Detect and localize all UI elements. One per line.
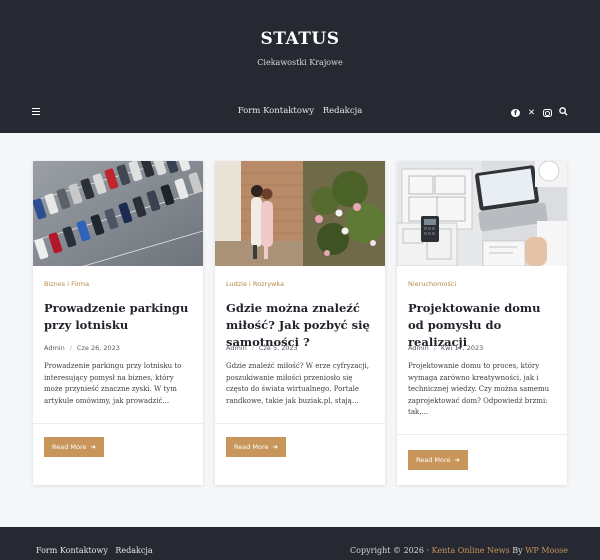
footer-link-form-kontaktowy[interactable]: Form Kontaktowy bbox=[36, 546, 108, 555]
site-header: STATUS Ciekawostki Krajowe Form Kontakto… bbox=[0, 0, 600, 133]
card-divider bbox=[215, 423, 385, 424]
main-navigation: Form Kontaktowy Redakcja bbox=[0, 106, 600, 116]
read-more-button[interactable]: Read More ➜ bbox=[408, 450, 468, 470]
card-divider bbox=[33, 423, 203, 424]
theme-link[interactable]: Kenta Online News bbox=[432, 546, 510, 555]
post-excerpt: Projektowanie domu to proces, który wyma… bbox=[408, 362, 550, 416]
post-date: Kwi 17, 2023 bbox=[440, 344, 484, 352]
card-divider bbox=[397, 434, 567, 435]
post-category[interactable]: Biznes i Firma bbox=[44, 280, 89, 288]
post-meta: Admin / Kwi 17, 2023 bbox=[408, 344, 484, 352]
footer-navigation: Form Kontaktowy Redakcja bbox=[36, 546, 158, 555]
site-title[interactable]: STATUS bbox=[0, 29, 600, 49]
post-excerpt: Gdzie znaleźć miłość? W erze cyfryzacji,… bbox=[226, 362, 369, 405]
copyright-text: Copyright © 2026 · Kenta Online News By … bbox=[350, 546, 568, 555]
post-date: Cze 26, 2023 bbox=[76, 344, 120, 352]
footer-link-redakcja[interactable]: Redakcja bbox=[115, 546, 152, 555]
post-meta: Admin / Cze 5, 2023 bbox=[226, 344, 298, 352]
post-card: Biznes i Firma Prowadzenie parkingu przy… bbox=[33, 161, 203, 485]
nav-link-redakcja[interactable]: Redakcja bbox=[323, 106, 363, 116]
x-icon[interactable]: ✕ bbox=[527, 108, 536, 118]
post-excerpt: Prowadzenie parkingu przy lotnisku to in… bbox=[44, 362, 182, 405]
site-footer: Form Kontaktowy Redakcja Copyright © 202… bbox=[0, 527, 600, 560]
post-author[interactable]: Admin bbox=[44, 344, 65, 352]
read-more-button[interactable]: Read More ➜ bbox=[226, 437, 286, 457]
site-description: Ciekawostki Krajowe bbox=[257, 58, 343, 67]
arrow-right-icon: ➜ bbox=[90, 443, 96, 451]
post-card: Nieruchomości Projektowanie domu od pomy… bbox=[397, 161, 567, 485]
post-date: Cze 5, 2023 bbox=[258, 344, 298, 352]
post-thumbnail-parking-lot[interactable] bbox=[33, 161, 203, 266]
post-author[interactable]: Admin bbox=[408, 344, 429, 352]
post-category[interactable]: Nieruchomości bbox=[408, 280, 456, 288]
post-title[interactable]: Prowadzenie parkingu przy lotnisku bbox=[44, 300, 194, 334]
social-links: f ✕ bbox=[511, 107, 568, 119]
nav-link-form-kontaktowy[interactable]: Form Kontaktowy bbox=[238, 106, 314, 116]
arrow-right-icon: ➜ bbox=[454, 456, 460, 464]
arrow-right-icon: ➜ bbox=[272, 443, 278, 451]
post-category[interactable]: Ludzie i Rozrywka bbox=[226, 280, 284, 288]
author-link[interactable]: WP Moose bbox=[525, 546, 568, 555]
post-card: Ludzie i Rozrywka Gdzie można znaleźć mi… bbox=[215, 161, 385, 485]
instagram-icon[interactable] bbox=[543, 109, 552, 117]
read-more-button[interactable]: Read More ➜ bbox=[44, 437, 104, 457]
post-author[interactable]: Admin bbox=[226, 344, 247, 352]
post-meta: Admin / Cze 26, 2023 bbox=[44, 344, 120, 352]
post-thumbnail-couple[interactable] bbox=[215, 161, 385, 266]
post-thumbnail-house-plans[interactable] bbox=[397, 161, 567, 266]
facebook-icon[interactable]: f bbox=[511, 109, 520, 117]
search-icon[interactable] bbox=[559, 107, 568, 119]
